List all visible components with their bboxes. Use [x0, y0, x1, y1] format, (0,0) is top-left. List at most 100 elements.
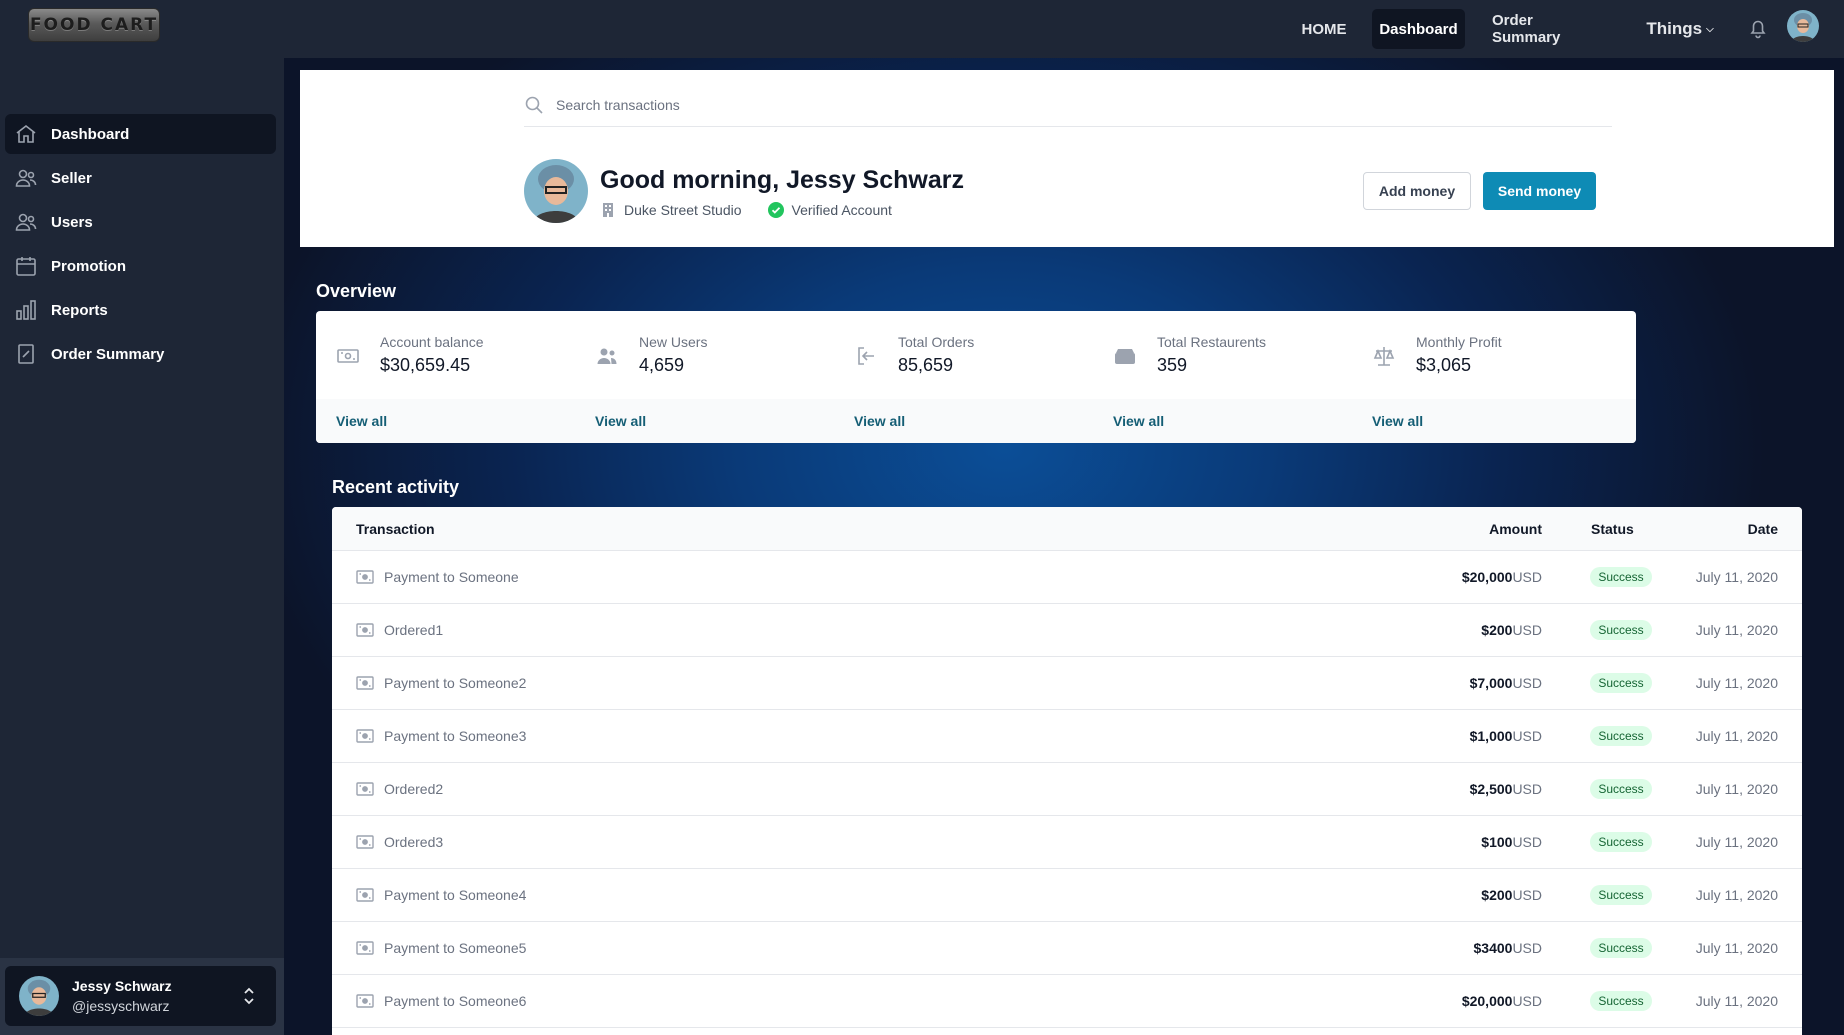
- nav-order-summary[interactable]: Order Summary: [1480, 9, 1610, 49]
- nav-things-label: Things: [1646, 19, 1703, 38]
- transaction-name[interactable]: Payment to Someone: [384, 569, 519, 585]
- amount-value: $200: [1481, 622, 1513, 638]
- transaction-date: July 11, 2020: [1695, 940, 1778, 956]
- sidebar-item-label: Reports: [51, 301, 108, 319]
- nav-home[interactable]: HOME: [1288, 9, 1360, 49]
- table-row: Payment to Someone $20,000USD Success July …: [332, 551, 1802, 604]
- table-header: Transaction Amount Status Date: [332, 507, 1802, 551]
- card-total-orders: Total Orders 85,659 View all: [834, 311, 1118, 443]
- add-money-button[interactable]: Add money: [1363, 172, 1471, 210]
- cash-icon: [356, 941, 374, 955]
- transaction-amount: $200USD: [1481, 887, 1542, 903]
- table-row: Payment to Someone2 $7,000USD Success July …: [332, 657, 1802, 710]
- amount-currency: USD: [1512, 940, 1542, 956]
- amount-value: $100: [1481, 834, 1513, 850]
- transaction-name[interactable]: Payment to Someone6: [384, 993, 526, 1009]
- sidebar-item-reports[interactable]: Reports: [5, 290, 276, 330]
- table-row: Ordered2 $2,500USD Success July 11, 2020: [332, 763, 1802, 816]
- card-label: Account balance: [380, 334, 484, 350]
- app-logo[interactable]: FOOD CART: [28, 8, 160, 42]
- sidebar-item-promotion[interactable]: Promotion: [5, 246, 276, 286]
- transaction-name[interactable]: Ordered3: [384, 834, 443, 850]
- logo-text: FOOD CART: [29, 15, 159, 35]
- nav-things-dropdown[interactable]: Things ⌵: [1640, 9, 1720, 49]
- transaction-name[interactable]: Ordered1: [384, 622, 443, 638]
- transaction-name[interactable]: Payment to Someone5: [384, 940, 526, 956]
- amount-currency: USD: [1512, 728, 1542, 744]
- search-bar: [524, 83, 1612, 127]
- login-icon: [854, 344, 878, 368]
- transaction-date: July 11, 2020: [1695, 675, 1778, 691]
- transactions-table: Transaction Amount Status Date Payment t…: [332, 507, 1802, 1035]
- nav-avatar[interactable]: [1787, 10, 1819, 42]
- cash-icon: [356, 623, 374, 637]
- page-title: Good morning, Jessy Schwarz: [600, 166, 964, 194]
- view-all-link[interactable]: View all: [1093, 399, 1377, 443]
- amount-currency: USD: [1512, 622, 1542, 638]
- column-date: Date: [1747, 521, 1778, 537]
- check-circle-icon: [767, 202, 784, 218]
- profile-name: Jessy Schwarz: [72, 978, 172, 994]
- building-icon: [603, 203, 613, 217]
- card-value: $3,065: [1416, 355, 1472, 375]
- cash-icon: [356, 729, 374, 743]
- transaction-name[interactable]: Ordered2: [384, 781, 443, 797]
- view-all-link[interactable]: View all: [575, 399, 859, 443]
- transaction-date: July 11, 2020: [1695, 569, 1778, 585]
- transaction-date: July 11, 2020: [1695, 781, 1778, 797]
- sidebar-item-label: Seller: [51, 169, 92, 187]
- profile-switcher[interactable]: Jessy Schwarz @jessyschwarz: [5, 966, 276, 1026]
- card-label: Total Restaurents: [1157, 334, 1266, 350]
- status-badge: Success: [1590, 620, 1652, 640]
- sidebar-item-seller[interactable]: Seller: [5, 158, 276, 198]
- main-content: Good morning, Jessy Schwarz Duke Street …: [284, 58, 1844, 1035]
- transaction-date: July 11, 2020: [1695, 728, 1778, 744]
- users-icon: [13, 209, 39, 235]
- transaction-amount: $200USD: [1481, 622, 1542, 638]
- cash-icon: [356, 835, 374, 849]
- view-all-link[interactable]: View all: [1352, 399, 1636, 443]
- amount-value: $20,000: [1461, 569, 1513, 585]
- cash-icon: [356, 676, 374, 690]
- transaction-name[interactable]: Payment to Someone4: [384, 887, 526, 903]
- search-icon: [524, 95, 544, 115]
- sidebar-profile-panel: Jessy Schwarz @jessyschwarz: [0, 958, 284, 1035]
- transaction-date: July 11, 2020: [1695, 993, 1778, 1009]
- sidebar-item-users[interactable]: Users: [5, 202, 276, 242]
- table-row: Payment to Someone3 $1,000USD Success July …: [332, 710, 1802, 763]
- avatar: [524, 159, 588, 223]
- cash-icon: [356, 570, 374, 584]
- card-label: Monthly Profit: [1416, 334, 1502, 350]
- amount-value: $2,500: [1469, 781, 1513, 797]
- sidebar-item-dashboard[interactable]: Dashboard: [5, 114, 276, 154]
- nav-dashboard[interactable]: Dashboard: [1372, 9, 1465, 49]
- amount-value: $7,000: [1469, 675, 1513, 691]
- overview-heading: Overview: [316, 281, 397, 301]
- column-transaction: Transaction: [356, 521, 435, 537]
- table-row: Ordered3 $100USD Success July 11, 2020: [332, 816, 1802, 869]
- status-badge: Success: [1590, 779, 1652, 799]
- search-input[interactable]: [556, 96, 1356, 113]
- users-icon: [595, 344, 619, 368]
- card-new-users: New Users 4,659 View all: [575, 311, 859, 443]
- view-all-link[interactable]: View all: [834, 399, 1118, 443]
- home-icon: [13, 121, 39, 147]
- account-meta: Duke Street Studio Verified Account: [600, 202, 892, 218]
- sidebar-item-label: Order Summary: [51, 345, 165, 363]
- send-money-button[interactable]: Send money: [1483, 172, 1596, 210]
- bell-icon[interactable]: [1746, 16, 1770, 40]
- page-header: Good morning, Jessy Schwarz Duke Street …: [300, 70, 1834, 247]
- calendar-icon: [13, 253, 39, 279]
- sidebar-item-order-summary[interactable]: Order Summary: [5, 334, 276, 374]
- amount-currency: USD: [1512, 569, 1542, 585]
- transaction-name[interactable]: Payment to Someone2: [384, 675, 526, 691]
- profile-handle: @jessyschwarz: [72, 998, 170, 1014]
- transaction-amount: $3400USD: [1474, 940, 1543, 956]
- avatar: [19, 976, 59, 1016]
- scale-icon: [1372, 344, 1396, 368]
- cash-icon: [356, 782, 374, 796]
- card-label: New Users: [639, 334, 708, 350]
- view-all-link[interactable]: View all: [316, 399, 600, 443]
- cash-icon: [336, 344, 360, 368]
- transaction-name[interactable]: Payment to Someone3: [384, 728, 526, 744]
